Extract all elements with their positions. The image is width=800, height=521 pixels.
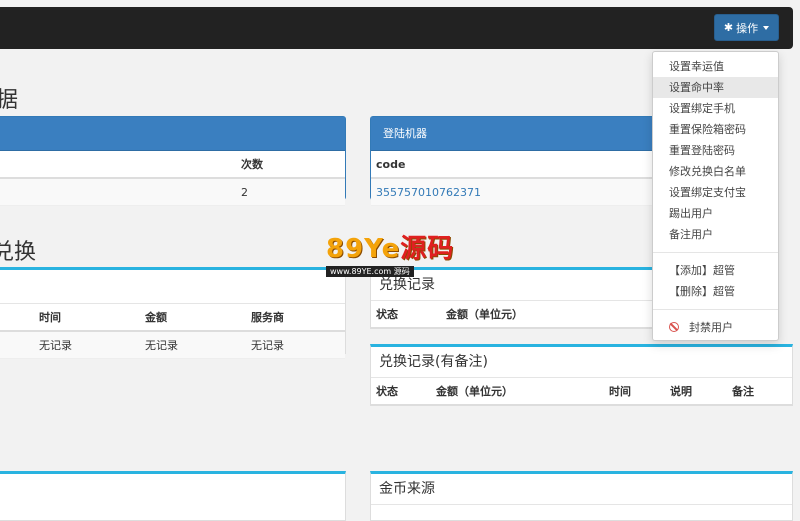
panel-header: [0, 117, 345, 151]
ban-user-label: 封禁用户: [689, 321, 733, 334]
login-count-table: 次数 2: [0, 151, 345, 206]
col-header-time: 时间: [604, 378, 665, 406]
table-row: 355757010762371: [371, 178, 660, 206]
coin-source-panel: 金币来源: [370, 471, 793, 521]
menu-item-set-hit-rate[interactable]: 设置命中率: [653, 77, 778, 98]
menu-item-bind-alipay[interactable]: 设置绑定支付宝: [653, 182, 778, 203]
exchange-record-note-panel: 兑换记录(有备注) 状态 金额（单位元） 时间 说明 备注: [370, 344, 793, 406]
login-count-panel: 次数 2: [0, 116, 346, 206]
col-header-time: 时间: [34, 304, 140, 332]
menu-item-bind-phone[interactable]: 设置绑定手机: [653, 98, 778, 119]
section-title-data: 据: [0, 88, 19, 113]
gear-icon: ✱: [723, 21, 734, 34]
count-value: 2: [236, 178, 345, 206]
login-device-panel: 登陆机器 code 355757010762371: [370, 116, 660, 206]
coin-source-title: 金币来源: [371, 474, 792, 505]
caret-down-icon: [763, 25, 770, 30]
col-header-amount: 金额: [140, 304, 246, 332]
code-header: code: [371, 151, 660, 179]
menu-item-edit-whitelist[interactable]: 修改兑换白名单: [653, 161, 778, 182]
count-header: 次数: [236, 151, 345, 179]
col-header-provider: 服务商: [246, 304, 345, 332]
col-header-amount: 金额（单位元）: [431, 378, 604, 406]
cell-time: 无记录: [34, 331, 140, 359]
login-device-title: 登陆机器: [371, 117, 660, 151]
exchange-record-note-title: 兑换记录(有备注): [371, 347, 792, 378]
exchange-left-table: 时间 金额 服务商 无记录 无记录 无记录: [0, 304, 345, 359]
menu-divider: [653, 252, 778, 253]
exchange-left-panel: 时间 金额 服务商 无记录 无记录 无记录: [0, 267, 346, 359]
table-row: 无记录 无记录 无记录: [0, 331, 345, 359]
ban-icon: [669, 322, 679, 332]
cell-provider: 无记录: [246, 331, 345, 359]
col-header-status: 状态: [371, 301, 441, 329]
watermark-logo: 89Ye源码 www.89YE.com 源码: [326, 234, 455, 277]
exchange-record-note-table: 状态 金额（单位元） 时间 说明 备注: [371, 378, 792, 406]
section-title-exchange: 兑换: [0, 240, 37, 265]
menu-item-remove-superadmin[interactable]: 【删除】超管: [653, 281, 778, 302]
device-code-link[interactable]: 355757010762371: [371, 178, 660, 206]
operations-dropdown-menu: 设置幸运值 设置命中率 设置绑定手机 重置保险箱密码 重置登陆密码 修改兑换白名…: [652, 51, 779, 341]
col-header-desc: 说明: [665, 378, 727, 406]
menu-item-reset-login-password[interactable]: 重置登陆密码: [653, 140, 778, 161]
menu-item-set-luck[interactable]: 设置幸运值: [653, 56, 778, 77]
operations-button-label: 操作: [736, 21, 759, 35]
top-navbar: [0, 7, 793, 49]
menu-item-reset-safe-password[interactable]: 重置保险箱密码: [653, 119, 778, 140]
menu-item-note-user[interactable]: 备注用户: [653, 224, 778, 245]
cell-amount: 无记录: [140, 331, 246, 359]
menu-item-kick-user[interactable]: 踢出用户: [653, 203, 778, 224]
bottom-left-panel: [0, 471, 346, 521]
menu-divider: [653, 309, 778, 310]
login-device-table: code 355757010762371: [371, 151, 660, 206]
col-header-note: 备注: [727, 378, 792, 406]
exchange-record-table: 状态 金额（单位元）: [371, 301, 660, 329]
col-header-amount: 金额（单位元）: [441, 301, 660, 329]
col-header-status: 状态: [371, 378, 431, 406]
operations-button[interactable]: ✱ 操作: [714, 14, 779, 41]
menu-item-add-superadmin[interactable]: 【添加】超管: [653, 260, 778, 281]
table-row: 2: [0, 178, 345, 206]
menu-item-ban-user[interactable]: 封禁用户: [653, 317, 778, 338]
